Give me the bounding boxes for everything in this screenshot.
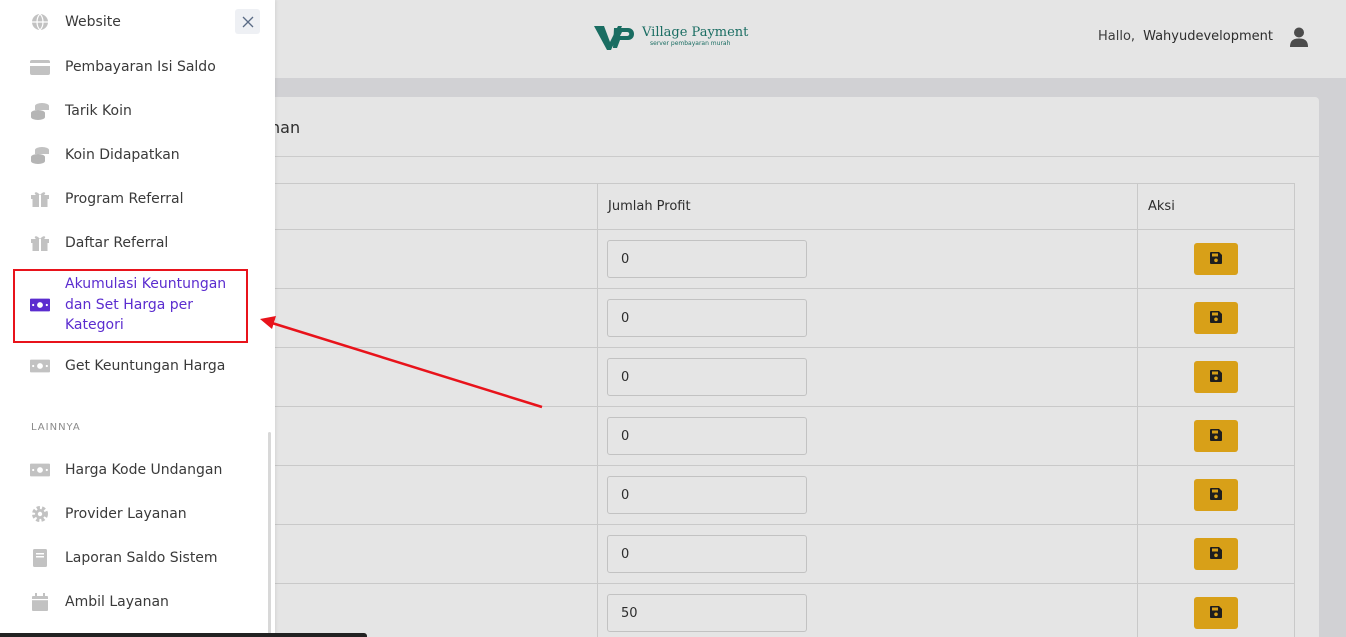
sidebar-item-label: Pembayaran Isi Saldo — [65, 59, 216, 75]
gift-icon — [30, 189, 50, 209]
sidebar-item-pembayaran-isi-saldo[interactable]: Pembayaran Isi Saldo — [30, 57, 216, 77]
sidebar-item-program-referral[interactable]: Program Referral — [30, 189, 184, 209]
sidebar-scrollbar[interactable] — [268, 432, 271, 637]
sidebar-item-laporan-saldo-sistem[interactable]: Laporan Saldo Sistem — [30, 548, 218, 568]
sidebar-item-koin-didapatkan[interactable]: Koin Didapatkan — [30, 145, 180, 165]
sidebar-item-harga-kode-undangan[interactable]: Harga Kode Undangan — [30, 460, 222, 480]
money-bill-icon — [30, 460, 50, 480]
sidebar-item-tarik-koin[interactable]: Tarik Koin — [30, 101, 132, 121]
sidebar-item-label: Laporan Saldo Sistem — [65, 550, 218, 566]
sidebar-item-label: Koin Didapatkan — [65, 147, 180, 163]
sidebar-item-label: Daftar Referral — [65, 235, 169, 251]
sidebar-item-label: Harga Kode Undangan — [65, 462, 223, 478]
sidebar-item-label: Program Referral — [65, 191, 184, 207]
money-bill-icon — [30, 356, 50, 376]
section-label-lainnya: LAINNYA — [31, 422, 81, 433]
sidebar-item-get-keuntungan-harga[interactable]: Get Keuntungan Harga — [30, 356, 225, 376]
coins-icon — [30, 101, 50, 121]
globe-icon — [30, 12, 50, 32]
bottom-edge-bar — [0, 633, 367, 637]
book-icon — [30, 548, 50, 568]
gift-icon — [30, 233, 50, 253]
coins-icon — [30, 145, 50, 165]
sidebar-item-website[interactable]: Website — [30, 12, 121, 32]
sidebar-close-button[interactable] — [235, 9, 260, 34]
sidebar-item-provider-layanan[interactable]: Provider Layanan — [30, 504, 187, 524]
credit-card-icon — [30, 57, 50, 77]
close-icon — [242, 16, 253, 27]
sidebar-item-label: Tarik Koin — [65, 103, 132, 119]
sidebar-item-ambil-layanan[interactable]: Ambil Layanan — [30, 592, 169, 612]
sidebar-item-label: Provider Layanan — [65, 506, 187, 522]
gear-icon — [30, 504, 50, 524]
highlight-annotation-box — [13, 269, 248, 343]
sidebar-item-label: Get Keuntungan Harga — [65, 358, 226, 374]
sidebar-item-daftar-referral[interactable]: Daftar Referral — [30, 233, 168, 253]
sidebar-item-label: Website — [65, 14, 121, 30]
sidebar-item-label: Ambil Layanan — [65, 594, 169, 610]
sidebar: Website Pembayaran Isi Saldo Tarik Koin … — [0, 0, 275, 637]
calendar-icon — [30, 592, 50, 612]
